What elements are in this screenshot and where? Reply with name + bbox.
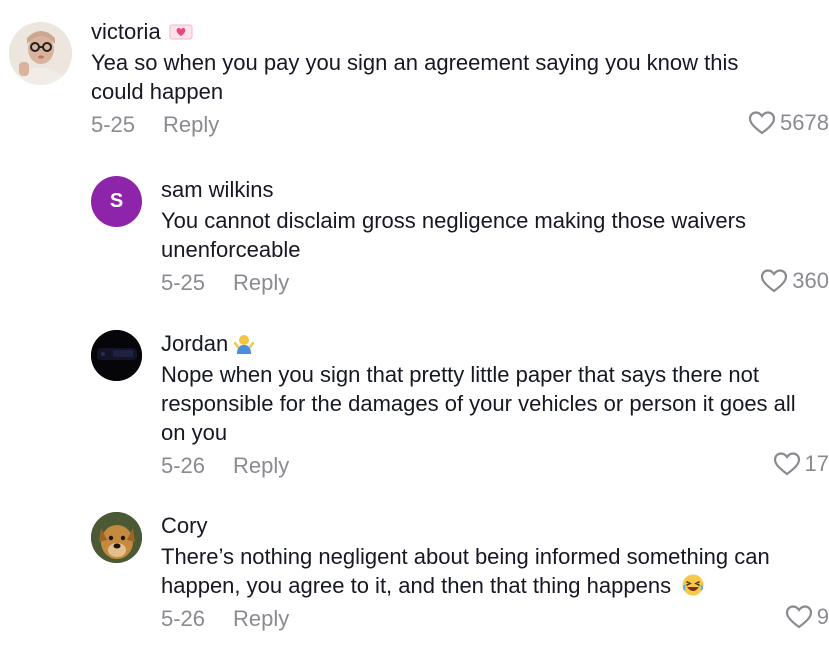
like-button[interactable]: 5678	[748, 110, 829, 136]
comment-username[interactable]: Jordan	[161, 330, 829, 358]
reply-button[interactable]: Reply	[163, 112, 219, 138]
heart-icon	[761, 269, 788, 293]
love-letter-emoji-icon	[169, 24, 193, 40]
user-photo-icon	[9, 22, 72, 85]
person-shrugging-emoji-icon	[234, 335, 255, 354]
comment-username[interactable]: Cory	[161, 512, 829, 540]
reply-button[interactable]: Reply	[233, 453, 289, 479]
avatar[interactable]	[91, 512, 142, 563]
avatar[interactable]	[9, 22, 72, 85]
comment-text-content: There’s nothing negligent about being in…	[161, 544, 770, 598]
heart-icon	[748, 111, 776, 135]
comment-meta: 5-26 Reply 9	[161, 604, 829, 636]
avatar-letter: S	[109, 190, 124, 212]
comment-meta: 5-25 Reply 360	[161, 268, 829, 300]
comment-text: Yea so when you pay you sign an agreemen…	[91, 50, 739, 104]
like-count: 17	[804, 451, 829, 476]
like-button[interactable]: 17	[773, 451, 829, 477]
like-button[interactable]: 9	[785, 604, 829, 630]
comment-username[interactable]: sam wilkins	[161, 176, 829, 204]
reply-button[interactable]: Reply	[233, 606, 289, 632]
user-photo-icon	[91, 330, 142, 381]
avatar[interactable]: S	[91, 176, 142, 227]
comment-date: 5-25	[91, 112, 136, 137]
comment-date: 5-25	[161, 270, 206, 295]
comment-date: 5-26	[161, 606, 206, 631]
like-count: 5678	[780, 110, 829, 135]
reply-button[interactable]: Reply	[233, 270, 289, 296]
username-text[interactable]: victoria	[91, 18, 161, 46]
comment-text: You cannot disclaim gross negligence mak…	[161, 208, 746, 262]
laughing-face-emoji-icon	[682, 574, 704, 596]
heart-icon	[773, 452, 800, 476]
dog-photo-icon	[91, 512, 142, 563]
like-button[interactable]: 360	[760, 268, 829, 294]
username-text[interactable]: Cory	[161, 512, 207, 540]
username-text[interactable]: Jordan	[161, 330, 228, 358]
username-text[interactable]: sam wilkins	[161, 176, 273, 204]
heart-icon	[785, 605, 812, 629]
comment-text: There’s nothing negligent about being in…	[161, 542, 821, 600]
comment-meta: 5-25 Reply 5678	[91, 110, 829, 142]
comment-text: Nope when you sign that pretty little pa…	[161, 362, 796, 445]
like-count: 360	[792, 268, 829, 293]
comment-meta: 5-26 Reply 17	[161, 451, 829, 483]
avatar[interactable]	[91, 330, 142, 381]
comment-username[interactable]: victoria	[91, 18, 829, 46]
like-count: 9	[816, 604, 829, 629]
comment-date: 5-26	[161, 453, 206, 478]
